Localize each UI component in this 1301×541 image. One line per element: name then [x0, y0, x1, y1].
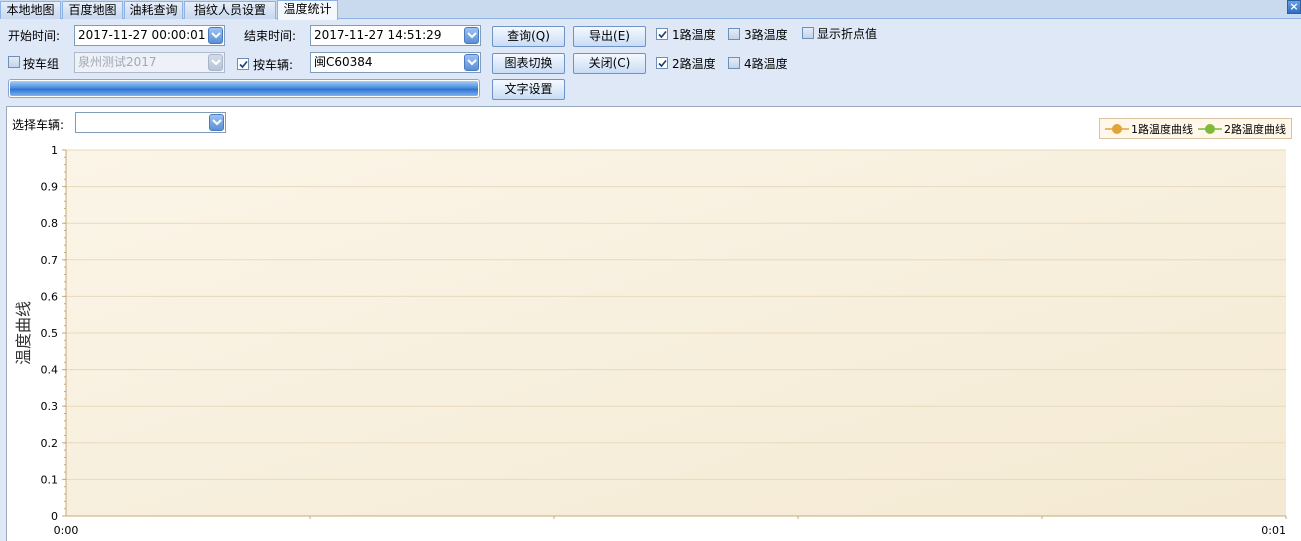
- tab-label: 百度地图: [68, 3, 117, 17]
- y-tick-label: 0.5: [41, 327, 59, 340]
- chevron-down-icon[interactable]: [464, 27, 479, 44]
- start-time-picker[interactable]: 2017-11-27 00:00:01: [74, 25, 225, 46]
- end-time-picker[interactable]: 2017-11-27 14:51:29: [310, 25, 481, 46]
- y-tick-label: 0.2: [41, 437, 59, 450]
- temperature-chart: 0 0.1 0.2 0.3 0.4 0.5 0.6 0.7 0.8 0.9 1 0:00 0:01 温…: [14, 144, 1287, 537]
- vehicle-checkbox[interactable]: [237, 58, 249, 70]
- start-time-value: 2017-11-27 00:00:01: [78, 28, 206, 42]
- temp1-label: 1路温度: [672, 28, 716, 42]
- progress-bar: [8, 79, 480, 98]
- group-select: 泉州测试2017: [74, 52, 225, 73]
- tab-baidu-map[interactable]: 百度地图: [62, 1, 123, 19]
- chevron-down-icon: [208, 54, 223, 71]
- chart-panel: 选择车辆: 0 0.1 0.2 0.3 0.4 0.5 0.6 0.7 0.8 0.9 1 0:00…: [6, 106, 1301, 541]
- text-settings-button[interactable]: 文字设置: [492, 79, 565, 100]
- x-tick-label: 0:01: [1261, 524, 1286, 537]
- y-tick-label: 0.1: [41, 473, 59, 486]
- x-tick-label: 0:00: [54, 524, 79, 537]
- tab-label: 指纹人员设置: [193, 3, 266, 17]
- group-value: 泉州测试2017: [78, 55, 157, 69]
- legend-label-series-1: 1路温度曲线: [1131, 123, 1193, 136]
- legend-marker-series-1: [1105, 124, 1129, 134]
- close-tab-icon[interactable]: ×: [1287, 0, 1301, 14]
- tab-temperature-stats[interactable]: 温度统计: [277, 0, 338, 20]
- filter-toolbar: 开始时间: 2017-11-27 00:00:01 结束时间: 2017-11-…: [0, 20, 1301, 104]
- progress-fill: [10, 81, 478, 96]
- y-tick-label: 0.9: [41, 181, 59, 194]
- switch-chart-button[interactable]: 图表切换: [492, 53, 565, 74]
- show-points-label: 显示折点值: [817, 27, 878, 41]
- temp1-checkbox[interactable]: [656, 28, 668, 40]
- close-button[interactable]: 关闭(C): [573, 53, 646, 74]
- tab-fingerprint-settings[interactable]: 指纹人员设置: [184, 1, 276, 19]
- chevron-down-icon[interactable]: [464, 54, 479, 71]
- tab-fuel-query[interactable]: 油耗查询: [124, 1, 183, 19]
- y-tick-label: 0.3: [41, 400, 59, 413]
- end-time-label: 结束时间:: [244, 29, 297, 43]
- temp4-checkbox[interactable]: [728, 57, 740, 69]
- y-axis-label: 温度曲线: [14, 301, 33, 365]
- x-tick-labels: 0:00 0:01: [54, 524, 1286, 537]
- show-points-checkbox[interactable]: [802, 27, 814, 39]
- chevron-down-icon[interactable]: [208, 27, 223, 44]
- tab-label: 本地地图: [6, 3, 55, 17]
- y-tick-label: 0.4: [41, 364, 59, 377]
- y-tick-label: 0.8: [41, 217, 59, 230]
- y-tick-labels: 0 0.1 0.2 0.3 0.4 0.5 0.6 0.7 0.8 0.9 1: [41, 144, 59, 523]
- temp3-checkbox[interactable]: [728, 28, 740, 40]
- temp2-label: 2路温度: [672, 57, 716, 71]
- vehicle-label: 按车辆:: [253, 58, 294, 72]
- tab-label: 油耗查询: [129, 3, 178, 17]
- vehicle-select[interactable]: 闽C60384: [310, 52, 481, 73]
- tab-local-map[interactable]: 本地地图: [0, 1, 61, 19]
- legend-marker-series-2: [1198, 124, 1222, 134]
- group-checkbox[interactable]: [8, 56, 20, 68]
- temp3-label: 3路温度: [744, 28, 788, 42]
- y-tick-label: 0: [51, 510, 58, 523]
- export-button[interactable]: 导出(E): [573, 26, 646, 47]
- legend-label-series-2: 2路温度曲线: [1224, 123, 1286, 136]
- temp2-checkbox[interactable]: [656, 57, 668, 69]
- end-time-value: 2017-11-27 14:51:29: [314, 28, 442, 42]
- y-tick-label: 1: [51, 144, 58, 157]
- vehicle-value: 闽C60384: [314, 55, 373, 69]
- chart-legend: 1路温度曲线 2路温度曲线: [1099, 118, 1292, 139]
- y-tick-label: 0.6: [41, 290, 59, 303]
- y-tick-label: 0.7: [41, 254, 59, 267]
- tab-strip: 本地地图 百度地图 油耗查询 指纹人员设置 温度统计 ×: [0, 0, 1301, 20]
- group-label: 按车组: [23, 57, 60, 71]
- tab-label: 温度统计: [283, 2, 332, 16]
- temp4-label: 4路温度: [744, 57, 788, 71]
- start-time-label: 开始时间:: [8, 29, 61, 43]
- query-button[interactable]: 查询(Q): [492, 26, 565, 47]
